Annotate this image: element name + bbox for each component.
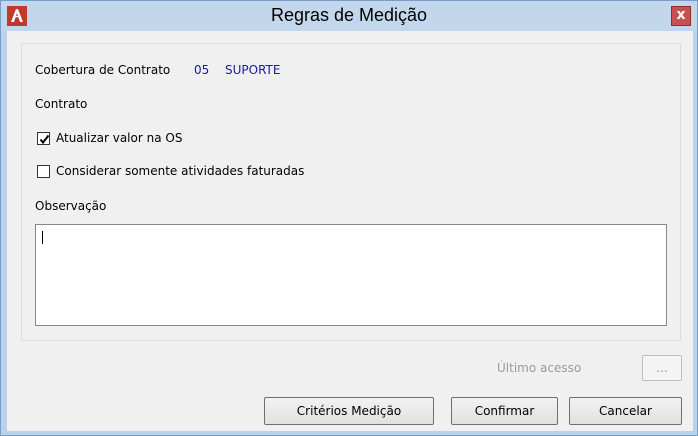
cobertura-label: Cobertura de Contrato xyxy=(35,63,171,77)
observacao-textarea[interactable] xyxy=(35,224,667,326)
atualizar-label[interactable]: Atualizar valor na OS xyxy=(56,131,182,145)
atualizar-checkbox[interactable] xyxy=(37,132,50,145)
ultimo-acesso-label: Último acesso xyxy=(497,361,582,375)
checkmark-icon xyxy=(39,134,50,145)
ultimo-acesso-button[interactable]: ... xyxy=(642,355,682,381)
observacao-label: Observação xyxy=(35,199,107,213)
cancelar-button[interactable]: Cancelar xyxy=(569,397,682,425)
considerar-label[interactable]: Considerar somente atividades faturadas xyxy=(56,164,304,178)
cobertura-name: SUPORTE xyxy=(225,63,281,77)
text-caret xyxy=(42,231,43,244)
considerar-checkbox[interactable] xyxy=(37,165,50,178)
criterios-medicao-button[interactable]: Critérios Medição xyxy=(264,397,434,425)
close-icon: x xyxy=(676,7,686,23)
cobertura-code: 05 xyxy=(194,63,210,77)
close-button[interactable]: x xyxy=(671,6,691,26)
dialog-window: Regras de Medição x Cobertura de Contrat… xyxy=(0,0,698,436)
contrato-label: Contrato xyxy=(35,97,88,111)
window-title: Regras de Medição xyxy=(270,5,428,25)
title-bar[interactable]: Regras de Medição x xyxy=(1,1,697,31)
dialog-client: Cobertura de Contrato 05 SUPORTE Contrat… xyxy=(7,31,693,431)
confirmar-button[interactable]: Confirmar xyxy=(451,397,558,425)
